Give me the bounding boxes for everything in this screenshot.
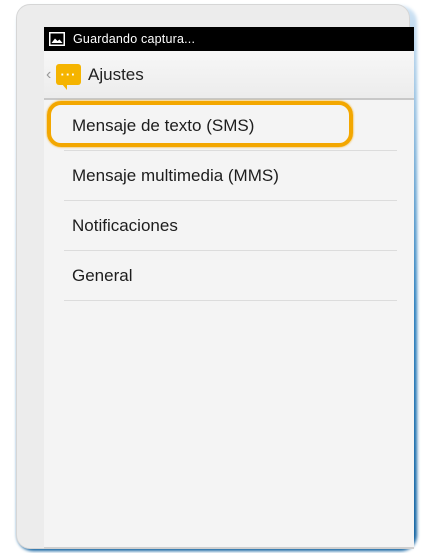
settings-item-label: Notificaciones	[72, 215, 178, 235]
settings-item-label: General	[72, 265, 133, 285]
image-icon	[49, 32, 65, 46]
page-title: Ajustes	[88, 64, 144, 84]
status-bar: Guardando captura...	[44, 27, 414, 51]
action-bar[interactable]: ‹ ··· Ajustes	[44, 51, 414, 100]
settings-item-general[interactable]: General	[64, 251, 397, 301]
settings-item-mms[interactable]: Mensaje multimedia (MMS)	[64, 151, 397, 201]
messaging-icon[interactable]: ···	[56, 64, 81, 90]
highlight-annotation	[47, 101, 353, 147]
settings-item-notifications[interactable]: Notificaciones	[64, 201, 397, 251]
chevron-left-icon[interactable]: ‹	[46, 66, 56, 84]
frame-bottom-edge	[44, 547, 414, 549]
settings-item-label: Mensaje multimedia (MMS)	[72, 165, 279, 185]
status-text: Guardando captura...	[73, 32, 196, 46]
